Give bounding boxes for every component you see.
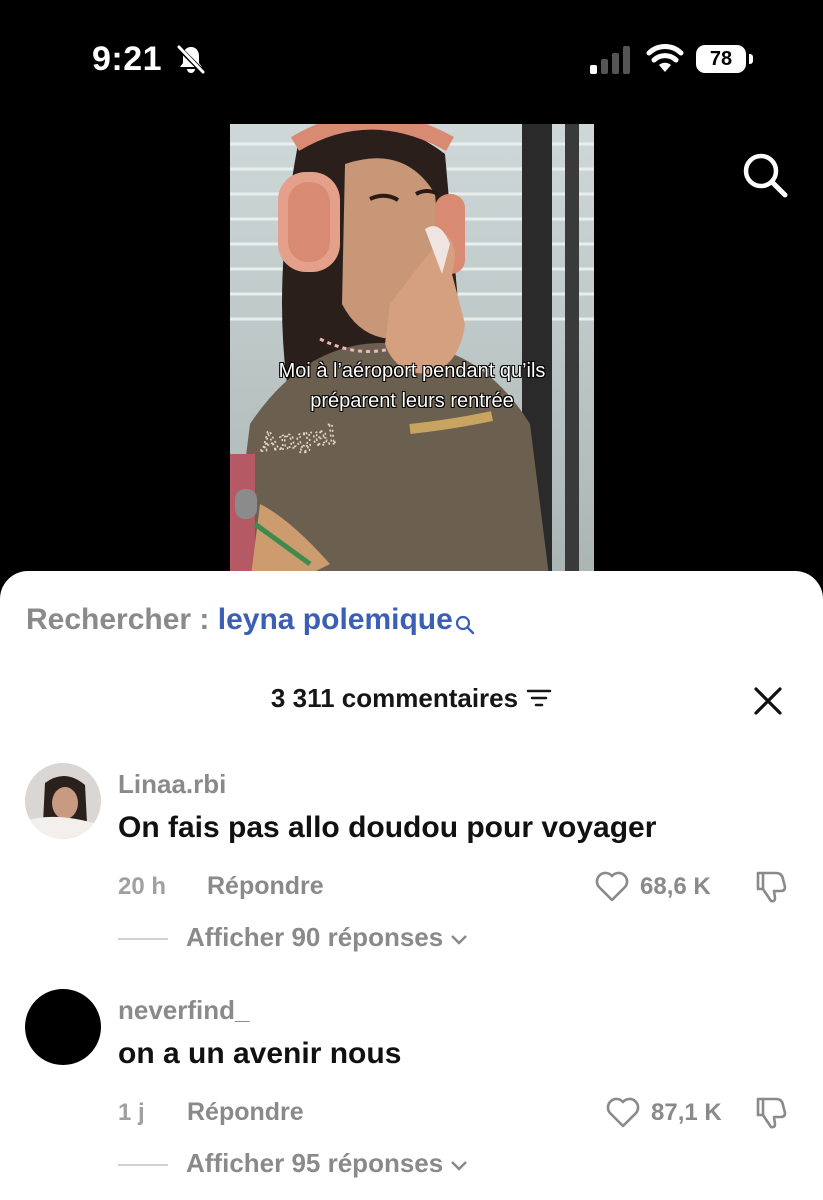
like-count: 87,1 K bbox=[651, 1099, 722, 1126]
chevron-down-icon bbox=[450, 1148, 468, 1178]
comment-text: On fais pas allo doudou pour voyager bbox=[118, 811, 657, 844]
show-replies-label: Afficher 90 réponses bbox=[186, 922, 444, 952]
show-replies-label: Afficher 95 réponses bbox=[186, 1148, 444, 1178]
comment-item: neverfind_ on a un avenir nous 1 j Répon… bbox=[0, 989, 823, 1200]
status-bar: 9:21 78 bbox=[0, 0, 823, 110]
video-caption: Moi à l’aéroport pendant qu’ils préparen… bbox=[230, 356, 594, 416]
like-count: 68,6 K bbox=[640, 873, 711, 900]
cellular-signal-icon bbox=[590, 46, 632, 79]
avatar[interactable] bbox=[25, 763, 101, 839]
comments-header: 3 311 commentaires bbox=[0, 683, 823, 716]
search-icon[interactable] bbox=[740, 150, 790, 205]
divider bbox=[118, 938, 168, 940]
search-suggestion-prefix: Rechercher : bbox=[26, 603, 218, 636]
comment-text: on a un avenir nous bbox=[118, 1037, 402, 1070]
heart-icon[interactable] bbox=[605, 1095, 641, 1134]
search-suggestion[interactable]: Rechercher : leyna polemique bbox=[26, 603, 475, 643]
video-thumbnail[interactable]: Angel Moi à l’aéroport pendant qu’ils pr… bbox=[230, 124, 594, 584]
divider bbox=[118, 1164, 168, 1166]
chevron-down-icon bbox=[450, 922, 468, 952]
thumbs-down-icon[interactable] bbox=[752, 1093, 790, 1136]
status-time: 9:21 bbox=[92, 40, 163, 78]
comments-count: 3 311 commentaires bbox=[270, 683, 519, 713]
comments-sheet: Rechercher : leyna polemique 3 311 comme… bbox=[0, 571, 823, 1200]
search-icon bbox=[455, 609, 475, 643]
close-icon[interactable] bbox=[752, 685, 784, 722]
search-suggestion-term: leyna polemique bbox=[217, 603, 453, 636]
comment-username[interactable]: neverfind_ bbox=[118, 995, 250, 1026]
comment-username[interactable]: Linaa.rbi bbox=[118, 769, 226, 800]
reply-button[interactable]: Répondre bbox=[207, 872, 324, 901]
filter-icon[interactable] bbox=[526, 685, 552, 716]
battery-nub bbox=[749, 54, 753, 64]
video-caption-line-1: Moi à l’aéroport pendant qu’ils bbox=[278, 360, 546, 382]
bell-slash-icon bbox=[176, 44, 206, 81]
show-replies-button[interactable]: Afficher 95 réponses bbox=[186, 1148, 468, 1179]
heart-icon[interactable] bbox=[594, 869, 630, 908]
video-frame-illustration: Angel bbox=[230, 124, 594, 584]
comment-timestamp: 20 h bbox=[118, 873, 167, 900]
reply-button[interactable]: Répondre bbox=[187, 1098, 304, 1127]
wifi-icon bbox=[646, 44, 684, 79]
avatar[interactable] bbox=[25, 989, 101, 1065]
comment-timestamp: 1 j bbox=[118, 1099, 145, 1126]
battery-icon: 78 bbox=[696, 45, 746, 73]
comment-item: Linaa.rbi On fais pas allo doudou pour v… bbox=[0, 763, 823, 979]
thumbs-down-icon[interactable] bbox=[752, 867, 790, 910]
video-caption-line-2: préparent leurs rentrée bbox=[310, 390, 514, 412]
show-replies-button[interactable]: Afficher 90 réponses bbox=[186, 922, 468, 953]
